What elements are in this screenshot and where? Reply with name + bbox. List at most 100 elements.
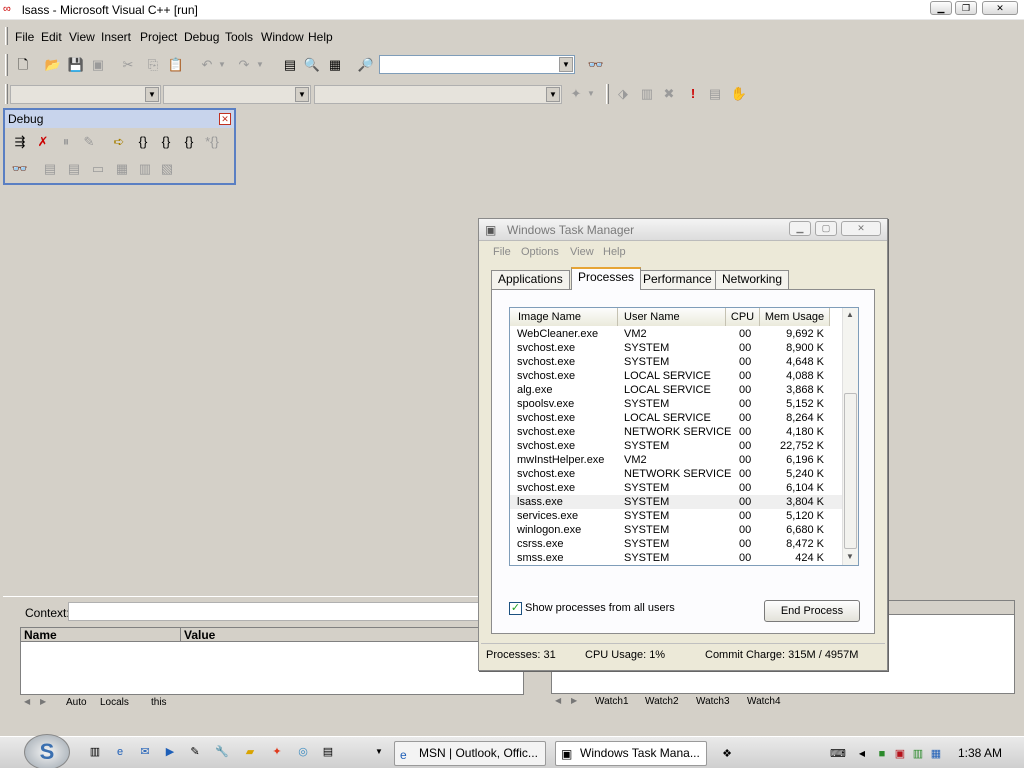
scroll-thumb[interactable] (844, 393, 857, 549)
filter-combo[interactable]: ▼ (163, 85, 311, 104)
scroll-up-icon[interactable]: ▲ (846, 310, 854, 319)
close-button[interactable]: ✕ (982, 1, 1018, 15)
process-row[interactable]: svchost.exe LOCAL SERVICE 00 4,088 K (510, 369, 844, 383)
network-icon[interactable]: ◎ (296, 745, 310, 759)
process-row[interactable]: services.exe SYSTEM 00 5,120 K (510, 509, 844, 523)
menu-window[interactable]: Window (261, 30, 304, 44)
show-all-users-checkbox[interactable]: ✓ (509, 602, 522, 615)
process-list-scrollbar[interactable]: ▲ ▼ (842, 308, 858, 565)
new-file-icon[interactable]: 🗋 (14, 56, 32, 74)
wizard-dropdown-icon[interactable]: ▼ (586, 85, 596, 103)
redo-icon[interactable]: ↷ (235, 56, 253, 74)
outlook-express-icon[interactable]: ✉ (138, 745, 152, 759)
process-row[interactable]: svchost.exe NETWORK SERVICE 00 4,180 K (510, 425, 844, 439)
quick-launch-icon[interactable]: ▤ (321, 745, 335, 759)
show-next-statement-icon[interactable]: ➪ (110, 133, 128, 151)
process-row[interactable]: csrss.exe SYSTEM 00 8,472 K (510, 537, 844, 551)
maximize-button[interactable]: ❐ (955, 1, 977, 15)
chevron-down-icon[interactable]: ▼ (145, 87, 159, 102)
tab-next-icon[interactable]: ▶ (40, 697, 46, 706)
variables-list[interactable]: Name Value (20, 627, 524, 695)
show-all-users-label[interactable]: Show processes from all users (525, 602, 675, 614)
keyboard-icon[interactable]: ⌨ (830, 747, 846, 761)
tab-watch2[interactable]: Watch2 (645, 696, 679, 707)
mem-usage-column-header[interactable]: Mem Usage (760, 308, 830, 326)
taskbar-item-msn[interactable]: MSN | Outlook, Offic... (394, 741, 546, 766)
context-combo[interactable] (68, 602, 518, 621)
step-over-icon[interactable]: {} (157, 133, 175, 151)
find-icon[interactable]: 🔎 (357, 56, 375, 74)
watch-window-icon[interactable]: ▤ (41, 160, 59, 178)
menu-edit[interactable]: Edit (41, 30, 62, 44)
start-button[interactable]: S (24, 734, 70, 768)
variables-window-icon[interactable]: ▤ (65, 160, 83, 178)
menu-view[interactable]: View (69, 30, 95, 44)
execute-icon[interactable]: ! (684, 85, 702, 103)
breakpoint-hand-icon[interactable]: ✋ (730, 85, 748, 103)
tray-antivirus-icon[interactable]: ▣ (893, 747, 907, 761)
tab-prev-icon[interactable]: ◀ (555, 696, 561, 705)
show-desktop-icon[interactable]: ▥ (88, 745, 102, 759)
save-all-icon[interactable]: ▣ (89, 56, 107, 74)
disassembly-icon[interactable]: ▧ (158, 160, 176, 178)
step-out-icon[interactable]: {} (180, 133, 198, 151)
tab-applications[interactable]: Applications (491, 270, 570, 289)
tm-menu-help[interactable]: Help (603, 246, 626, 258)
process-row[interactable]: uphclean.exe SYSTEM 00 1,656 K (510, 565, 844, 566)
tab-networking[interactable]: Networking (715, 270, 790, 289)
tab-performance[interactable]: Performance (636, 270, 719, 289)
image-name-column-header[interactable]: Image Name (510, 308, 618, 326)
tab-prev-icon[interactable]: ◀ (24, 697, 30, 706)
firefox-icon[interactable]: ✦ (270, 745, 284, 759)
process-row[interactable]: alg.exe LOCAL SERVICE 00 3,868 K (510, 383, 844, 397)
tab-watch3[interactable]: Watch3 (696, 696, 730, 707)
members-combo[interactable]: ▼ (314, 85, 562, 104)
menu-tools[interactable]: Tools (225, 30, 253, 44)
process-row[interactable]: spoolsv.exe SYSTEM 00 5,152 K (510, 397, 844, 411)
notepad-icon[interactable]: ✎ (188, 745, 202, 759)
process-row[interactable]: mwInstHelper.exe VM2 00 6,196 K (510, 453, 844, 467)
tm-menu-options[interactable]: Options (521, 246, 559, 258)
tab-locals[interactable]: Locals (100, 697, 129, 708)
break-execution-icon[interactable]: ⏸ (57, 133, 75, 151)
stop-build-icon[interactable]: ✖ (660, 85, 678, 103)
tab-processes[interactable]: Processes (571, 267, 642, 290)
restart-icon[interactable]: ⇶ (11, 133, 29, 151)
scroll-down-icon[interactable]: ▼ (846, 552, 854, 561)
process-row[interactable]: lsass.exe SYSTEM 00 3,804 K (510, 495, 844, 509)
process-list[interactable]: Image Name User Name CPU Mem Usage WebCl… (509, 307, 859, 566)
user-name-column-header[interactable]: User Name (618, 308, 726, 326)
undo-icon[interactable]: ↶ (198, 56, 216, 74)
tool-icon[interactable]: 🔧 (215, 745, 229, 759)
chevron-down-icon[interactable]: ▼ (295, 87, 309, 102)
clock[interactable]: 1:38 AM (958, 746, 1002, 760)
paste-icon[interactable]: 📋 (167, 56, 185, 74)
value-column-header[interactable]: Value (181, 628, 523, 642)
workspace-icon[interactable]: ▤ (281, 56, 299, 74)
tab-this[interactable]: this (151, 697, 167, 708)
registers-window-icon[interactable]: ▭ (89, 160, 107, 178)
menu-debug[interactable]: Debug (184, 30, 219, 44)
tray-device-icon[interactable]: ▥ (911, 747, 925, 761)
chevron-down-icon[interactable]: ▼ (559, 57, 573, 72)
end-process-button[interactable]: End Process (764, 600, 860, 622)
copy-icon[interactable]: ⎘ (144, 56, 162, 74)
tray-network-icon[interactable]: ▦ (929, 747, 943, 761)
compile-icon[interactable]: ⬗ (614, 85, 632, 103)
process-row[interactable]: svchost.exe NETWORK SERVICE 00 5,240 K (510, 467, 844, 481)
memory-window-icon[interactable]: ▦ (113, 160, 131, 178)
call-stack-icon[interactable]: ▥ (136, 160, 154, 178)
run-to-cursor-icon[interactable]: *{} (203, 133, 221, 151)
menu-project[interactable]: Project (140, 30, 177, 44)
tab-auto[interactable]: Auto (66, 697, 87, 708)
find-in-files-icon[interactable]: 🔍 (303, 56, 321, 74)
process-row[interactable]: svchost.exe SYSTEM 00 8,900 K (510, 341, 844, 355)
internet-explorer-icon[interactable]: e (113, 745, 127, 759)
tab-next-icon[interactable]: ▶ (571, 696, 577, 705)
process-row[interactable]: smss.exe SYSTEM 00 424 K (510, 551, 844, 565)
chevron-down-icon[interactable]: ▼ (546, 87, 560, 102)
process-row[interactable]: svchost.exe SYSTEM 00 22,752 K (510, 439, 844, 453)
folder-icon[interactable]: ▰ (243, 745, 257, 759)
tab-watch4[interactable]: Watch4 (747, 696, 781, 707)
name-column-header[interactable]: Name (21, 628, 181, 642)
